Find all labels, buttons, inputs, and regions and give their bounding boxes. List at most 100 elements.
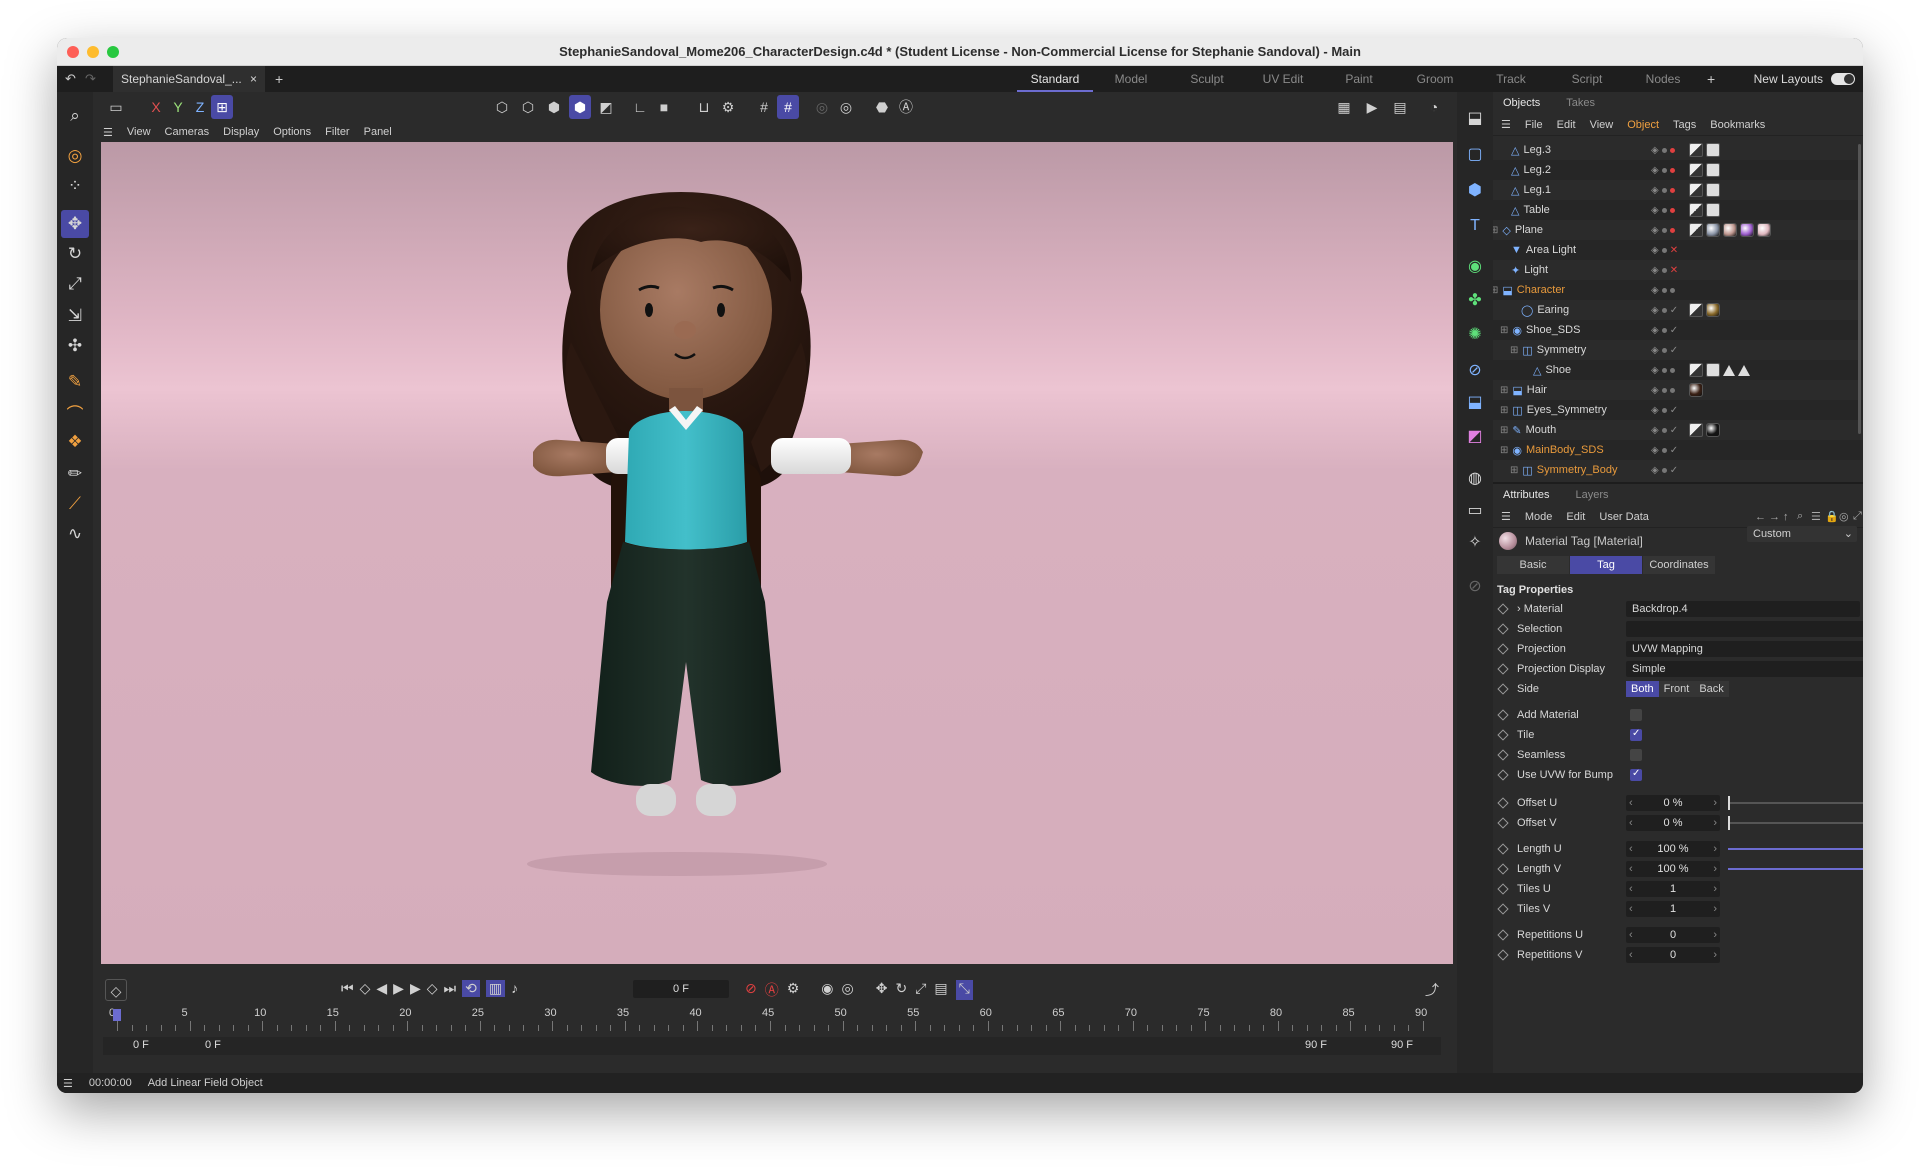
rotate-tool-icon[interactable]: ↻ <box>61 240 89 268</box>
timeline-ruler[interactable]: 051015202530354045505560657075808590 <box>109 1007 1427 1033</box>
visibility-dot[interactable] <box>1661 227 1667 233</box>
transform-tool-icon[interactable]: ⇲ <box>61 302 89 330</box>
material-tag-icon[interactable] <box>1706 423 1720 437</box>
record-icon[interactable]: ⊘ <box>745 980 757 1000</box>
viewport-menu-display[interactable]: Display <box>223 126 259 138</box>
object-row[interactable]: ⊞ ◇ Plane ◈ <box>1493 220 1863 240</box>
phong-tag-icon[interactable] <box>1689 363 1703 377</box>
motion-icon[interactable]: ◉ <box>821 980 833 1000</box>
phong-tag-icon[interactable] <box>1689 223 1703 237</box>
expand-icon[interactable]: ⊞ <box>1510 465 1518 476</box>
visibility-dot[interactable] <box>1661 147 1667 153</box>
display-tag-icon[interactable] <box>1723 364 1735 376</box>
uvw-tag-icon[interactable] <box>1706 163 1720 177</box>
help-icon[interactable]: ◔ <box>1423 95 1445 119</box>
graph-view-icon[interactable]: ⤴ <box>1425 980 1439 1000</box>
expand-icon[interactable]: ⊞ <box>1500 445 1508 456</box>
live-selection-icon[interactable]: ⁘ <box>61 172 89 200</box>
target-icon[interactable]: ◎ <box>1839 510 1849 523</box>
range-start-field[interactable]: 0 F <box>133 1039 149 1051</box>
enabled-check-icon[interactable]: ✓ <box>1670 345 1678 356</box>
visibility-dot[interactable] <box>1661 367 1667 373</box>
animate-keyframe-icon[interactable] <box>1497 709 1509 721</box>
visibility-flags[interactable]: ◈ ✓ <box>1651 425 1678 436</box>
tiles-v-input[interactable]: ‹ 1 › <box>1626 901 1720 917</box>
playhead[interactable] <box>113 1009 121 1021</box>
display-tag-icon[interactable] <box>1738 364 1750 376</box>
visibility-dot[interactable] <box>1669 167 1675 173</box>
document-tab[interactable]: StephanieSandoval_... × <box>113 66 265 92</box>
add-material-checkbox[interactable] <box>1630 709 1642 721</box>
enabled-check-icon[interactable]: ✓ <box>1670 445 1678 456</box>
visibility-flags[interactable]: ◈ ✓ <box>1651 345 1678 356</box>
render-view-icon[interactable]: ▭ <box>105 95 127 119</box>
object-row[interactable]: △ Shoe ◈ <box>1493 360 1863 380</box>
object-row[interactable]: △ Leg.3 ◈ <box>1493 140 1863 160</box>
object-row[interactable]: △ Table ◈ <box>1493 200 1863 220</box>
range-end-field[interactable]: 90 F <box>1305 1039 1327 1051</box>
object-row[interactable]: ⊞ ⬓ Character ◈ <box>1493 280 1863 300</box>
range-start2-field[interactable]: 0 F <box>205 1039 221 1051</box>
phong-tag-icon[interactable] <box>1689 423 1703 437</box>
visibility-dot[interactable] <box>1661 187 1667 193</box>
animate-keyframe-icon[interactable] <box>1497 797 1509 809</box>
new-tab-icon[interactable]: + <box>275 71 283 87</box>
visibility-flags[interactable]: ◈ <box>1651 385 1675 396</box>
enabled-check-icon[interactable]: ✓ <box>1670 465 1678 476</box>
visibility-flags[interactable]: ◈ ✕ <box>1651 265 1678 276</box>
increment-arrow-icon[interactable]: › <box>1713 861 1717 877</box>
visibility-dot[interactable] <box>1661 287 1667 293</box>
increment-arrow-icon[interactable]: › <box>1713 881 1717 897</box>
maximize-window-button[interactable] <box>107 46 119 58</box>
polygons-mode-icon[interactable]: ⬢ <box>543 95 565 119</box>
attributes-menu-mode[interactable]: Mode <box>1525 511 1553 523</box>
status-menu-icon[interactable]: ☰ <box>63 1077 73 1090</box>
layout-tab-model[interactable]: Model <box>1093 66 1169 92</box>
points-mode-icon[interactable]: ⬡ <box>491 95 513 119</box>
animate-keyframe-icon[interactable] <box>1497 663 1509 675</box>
animate-keyframe-icon[interactable] <box>1497 683 1509 695</box>
brush-icon[interactable]: ✏ <box>61 460 89 488</box>
uv-mode-icon[interactable]: ◩ <box>595 95 617 119</box>
visibility-dot[interactable] <box>1661 387 1667 393</box>
projection-field[interactable]: UVW Mapping⌄ <box>1626 641 1863 657</box>
cube-create-icon[interactable]: ⬓ <box>1461 104 1489 132</box>
select-cursor-icon[interactable]: ◎ <box>61 142 89 170</box>
selection-field[interactable] <box>1626 621 1863 637</box>
attributes-tab-attributes[interactable]: Attributes <box>1503 489 1549 501</box>
increment-arrow-icon[interactable]: › <box>1713 901 1717 917</box>
viewport-hamburger-icon[interactable]: ☰ <box>103 126 113 139</box>
new-layouts-toggle[interactable] <box>1831 73 1855 85</box>
x-axis-lock[interactable]: X <box>145 95 167 119</box>
offset-v-slider-knob[interactable] <box>1728 816 1730 830</box>
scale-key-icon[interactable]: ⤢ <box>915 980 926 1000</box>
side-option-back[interactable]: Back <box>1694 681 1729 697</box>
param-key-icon[interactable]: ▤ <box>934 980 947 1000</box>
visibility-flags[interactable]: ◈ <box>1651 165 1675 176</box>
objects-hamburger-icon[interactable]: ☰ <box>1501 118 1511 131</box>
y-axis-lock[interactable]: Y <box>167 95 189 119</box>
sound-icon[interactable]: ♪ <box>511 980 518 997</box>
decrement-arrow-icon[interactable]: ‹ <box>1629 927 1633 943</box>
render-settings-icon[interactable]: ▤ <box>1389 95 1411 119</box>
visibility-flags[interactable]: ◈ <box>1651 185 1675 196</box>
snap-settings-icon[interactable]: ⚙ <box>717 95 739 119</box>
use-uvw-for-bump-checkbox[interactable] <box>1630 768 1642 781</box>
position-key-icon[interactable]: ✥ <box>876 980 888 1000</box>
object-row[interactable]: ⊞ ◫ Symmetry ◈ ✓ <box>1493 340 1863 360</box>
animate-keyframe-icon[interactable] <box>1497 817 1509 829</box>
increment-arrow-icon[interactable]: › <box>1713 947 1717 963</box>
subtab-tag[interactable]: Tag <box>1570 556 1642 574</box>
uvw-tag-icon[interactable] <box>1706 143 1720 157</box>
visibility-flags[interactable]: ◈ ✕ <box>1651 245 1678 256</box>
move-tool-icon[interactable]: ✥ <box>61 210 89 238</box>
volume-icon[interactable]: ⬓ <box>1461 388 1489 416</box>
objects-menu-tags[interactable]: Tags <box>1673 119 1696 131</box>
environment-icon[interactable]: ◍ <box>1461 464 1489 492</box>
uvw-tag-icon[interactable] <box>1706 363 1720 377</box>
next-frame-icon[interactable]: ▶ <box>410 980 421 997</box>
undo-icon[interactable]: ↶ <box>65 71 76 87</box>
visibility-dot[interactable] <box>1669 147 1675 153</box>
layout-tab-uv-edit[interactable]: UV Edit <box>1245 66 1321 92</box>
rotation-key-icon[interactable]: ↻ <box>895 980 907 1000</box>
